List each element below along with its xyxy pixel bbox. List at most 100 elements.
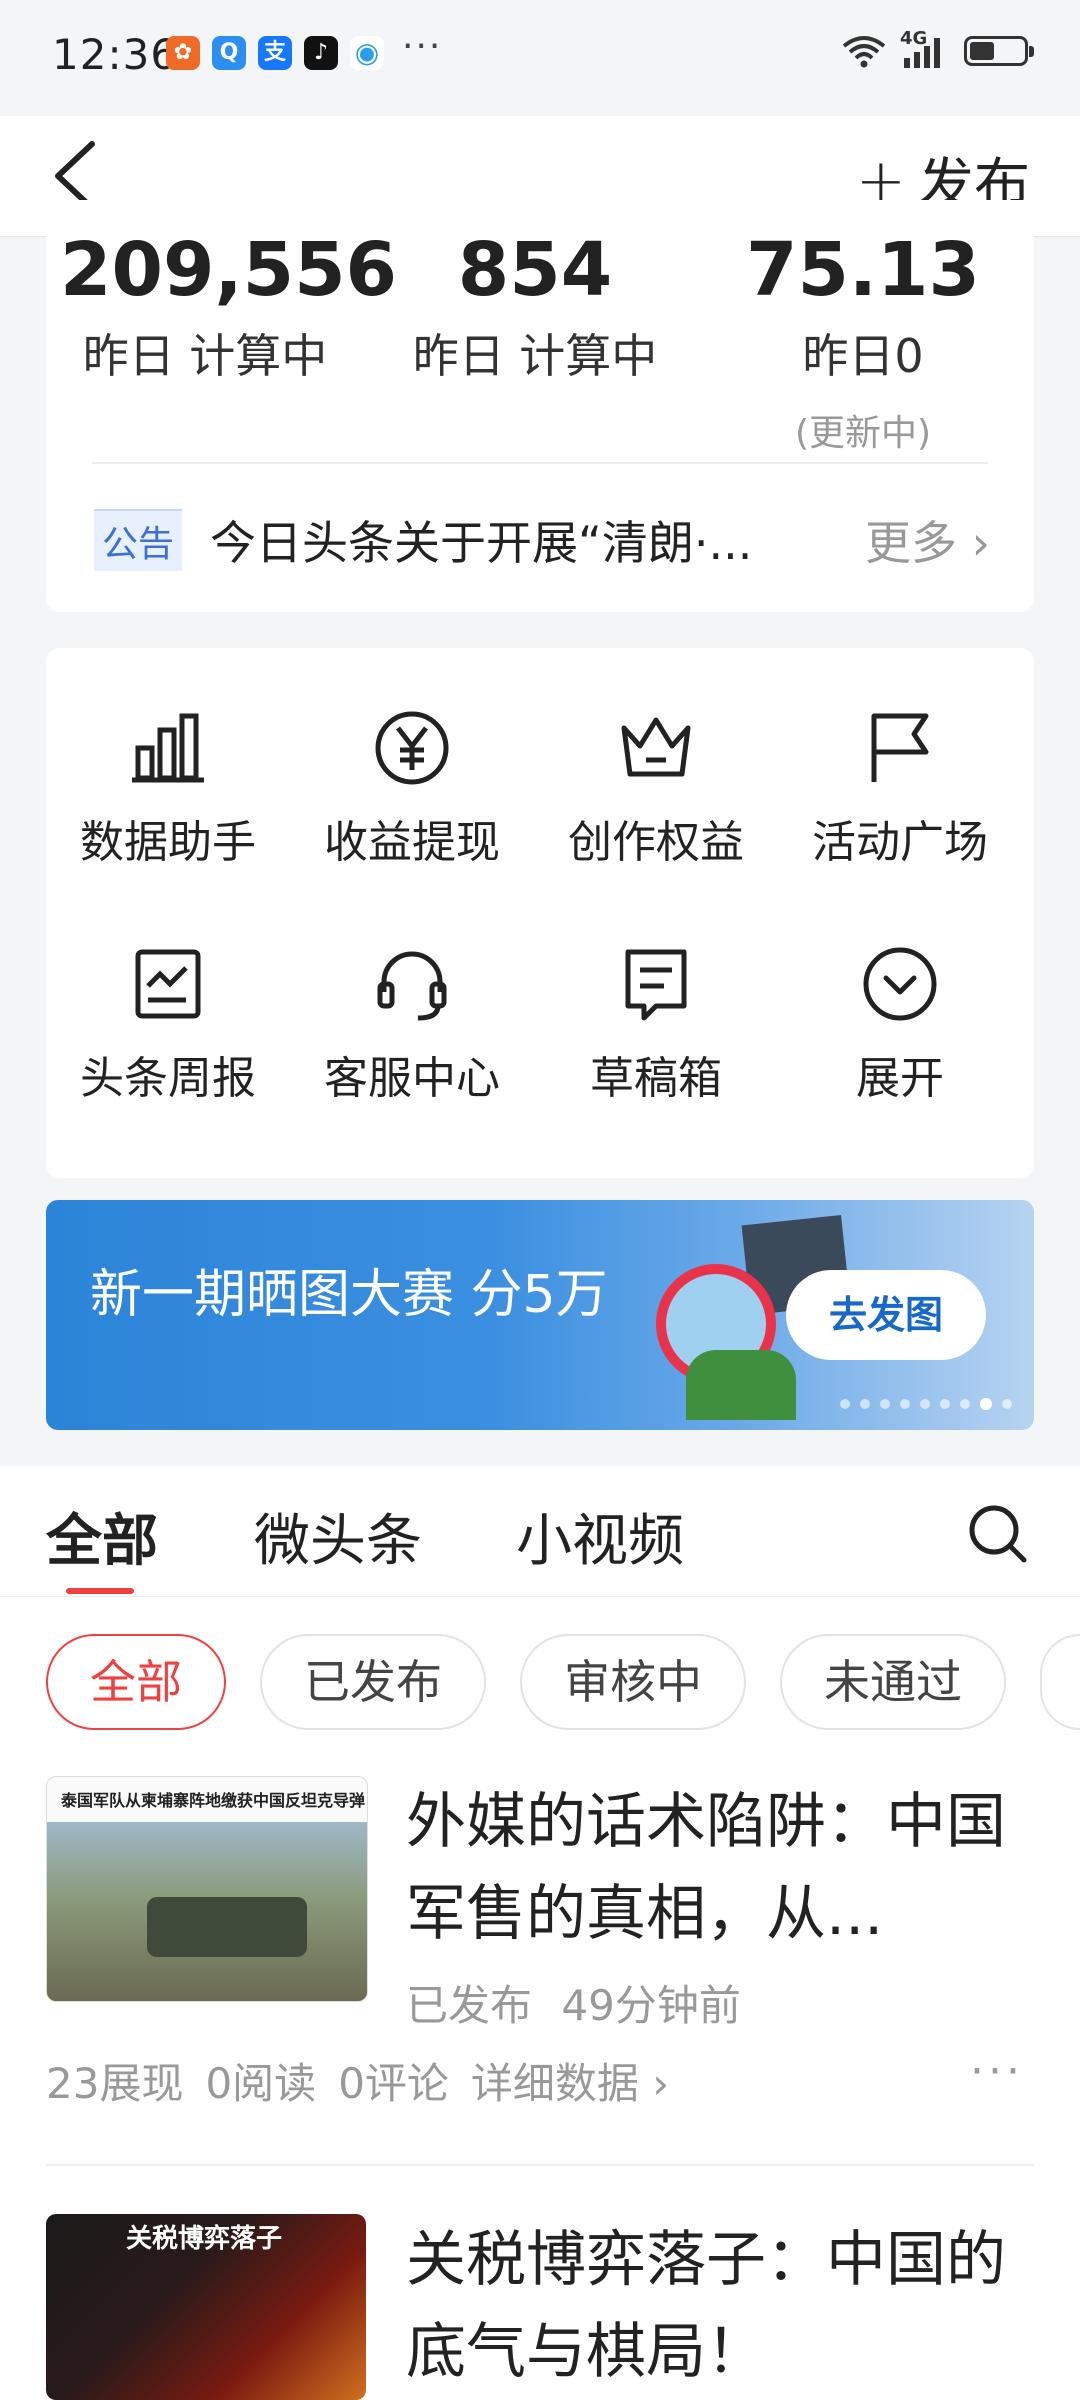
tool-label: 创作权益 <box>568 817 744 868</box>
status-bar: 12:36 ✿ Q 支 ♪ ◉ ··· 4G <box>0 0 1080 116</box>
article-meta: 已发布 49分钟前 <box>406 1972 741 2033</box>
crown-icon <box>621 717 691 777</box>
expand-icon <box>863 947 937 1021</box>
tool-customer-service[interactable]: 客服中心 <box>292 944 532 1106</box>
alipay-app-icon: 支 <box>258 36 292 70</box>
notice-more-label: 更多 <box>864 516 957 570</box>
filter-chip-rejected[interactable]: 未通过 <box>780 1634 1006 1730</box>
banner-cta-button[interactable]: 去发图 <box>786 1270 986 1360</box>
draft-icon <box>625 949 687 1021</box>
article-more-options-icon[interactable]: ··· <box>970 2046 1024 2097</box>
filter-chip-published[interactable]: 已发布 <box>260 1634 486 1730</box>
status-filter-chips: 全部 已发布 审核中 未通过 <box>46 1634 1080 1730</box>
clock: 12:36 <box>52 30 179 79</box>
tab-short-videos[interactable]: 小视频 <box>516 1496 684 1577</box>
divider <box>46 2164 1034 2166</box>
tool-drafts[interactable]: 草稿箱 <box>536 944 776 1106</box>
filter-chip-overflow[interactable] <box>1040 1634 1080 1730</box>
article-stats: 23展现 0阅读 0评论 详细数据 › <box>46 2050 669 2111</box>
stat-value: 75.13 <box>745 227 981 313</box>
article-comments: 0评论 <box>338 2059 449 2108</box>
tab-micro-posts[interactable]: 微头条 <box>254 1496 422 1577</box>
stat-reads[interactable]: 854 昨日 计算中 <box>390 230 680 386</box>
search-icon[interactable] <box>966 1502 1030 1566</box>
filter-chip-all[interactable]: 全部 <box>46 1634 226 1730</box>
stat-update-note: (更新中) <box>794 413 932 454</box>
carousel-dot <box>960 1399 970 1409</box>
content-list: 全部 微头条 小视频 全部 已发布 审核中 未通过 泰国军队从柬埔寨阵地缴获中国… <box>0 1466 1080 2400</box>
chevron-right-icon: › <box>971 516 990 570</box>
filter-chip-reviewing[interactable]: 审核中 <box>520 1634 746 1730</box>
promo-banner[interactable]: 新一期晒图大赛 分5万 去发图 <box>46 1200 1034 1430</box>
stat-sub: 昨日0 <box>802 329 924 383</box>
article-title: 关税博弈落子：中国的底气与棋局！ <box>406 2225 1006 2387</box>
notice-bar[interactable]: 公告 今日头条关于开展“清朗·... 更多 › <box>94 507 990 573</box>
thumbnail-vehicle <box>147 1897 307 1957</box>
article-reads: 0阅读 <box>205 2059 317 2108</box>
stat-sub: 昨日 计算中 <box>412 329 658 383</box>
divider <box>92 462 988 464</box>
article-impressions: 23展现 <box>46 2059 184 2108</box>
tool-label: 草稿箱 <box>590 1053 722 1104</box>
system-indicators: 4G <box>842 28 1034 68</box>
carousel-dot <box>940 1399 950 1409</box>
tool-label: 头条周报 <box>80 1053 256 1104</box>
article-status: 已发布 <box>406 1981 533 2030</box>
banner-decoration <box>686 1350 796 1420</box>
notification-icons: ✿ Q 支 ♪ ◉ <box>166 36 384 70</box>
carousel-dot <box>840 1399 850 1409</box>
article-item[interactable]: 关税博弈落子 关税博弈落子：中国的底气与棋局！ <box>46 2214 1034 2400</box>
chevron-right-icon: › <box>652 2059 670 2108</box>
details-label: 详细数据 <box>470 2059 639 2108</box>
carousel-dot <box>900 1399 910 1409</box>
carousel-dot <box>1002 1399 1012 1409</box>
tool-data-assistant[interactable]: 数据助手 <box>48 708 288 870</box>
tool-label: 活动广场 <box>812 817 988 868</box>
stats-card: 209,556 昨日 计算中 854 昨日 计算中 75.13 昨日0 (更新中… <box>46 200 1034 612</box>
notice-text: 今日头条关于开展“清朗·... <box>210 516 753 570</box>
thumbnail-caption: 泰国军队从柬埔寨阵地缴获中国反坦克导弹 <box>61 1791 366 1810</box>
headset-icon <box>377 951 447 1021</box>
weekly-report-icon <box>135 949 201 1019</box>
carousel-dot <box>920 1399 930 1409</box>
stat-value: 854 <box>457 227 613 313</box>
douyin-app-icon: ♪ <box>304 36 338 70</box>
thumbnail-caption: 关税博弈落子 <box>126 2224 283 2254</box>
yuan-icon <box>375 711 449 785</box>
browser-app-icon: ◉ <box>350 36 384 70</box>
article-thumbnail: 泰国军队从柬埔寨阵地缴获中国反坦克导弹 <box>46 1776 368 2002</box>
notice-more-link[interactable]: 更多 › <box>865 507 990 573</box>
cellular-signal-icon: 4G <box>900 28 950 68</box>
carousel-dot <box>860 1399 870 1409</box>
tools-grid: 数据助手 收益提现 创作权益 活动广场 头条周报 客服中心 草稿箱 展开 <box>46 648 1034 1178</box>
tool-creator-benefits[interactable]: 创作权益 <box>536 708 776 870</box>
tab-all[interactable]: 全部 <box>46 1496 158 1577</box>
tool-label: 展开 <box>856 1053 944 1104</box>
flag-icon <box>871 713 929 782</box>
carousel-dots <box>840 1398 1012 1410</box>
tool-label: 收益提现 <box>324 817 500 868</box>
tool-earnings-withdraw[interactable]: 收益提现 <box>292 708 532 870</box>
carousel-dot <box>980 1398 992 1410</box>
search-app-icon: Q <box>212 36 246 70</box>
article-thumbnail: 关税博弈落子 <box>46 2214 366 2400</box>
article-details-link[interactable]: 详细数据 › <box>471 2050 669 2111</box>
article-item[interactable]: 泰国军队从柬埔寨阵地缴获中国反坦克导弹 外媒的话术陷阱：中国军售的真相，从...… <box>46 1776 1034 2108</box>
tool-activity-plaza[interactable]: 活动广场 <box>780 708 1020 870</box>
stat-earnings[interactable]: 75.13 昨日0 (更新中) <box>718 230 1008 456</box>
banner-title: 新一期晒图大赛 分5万 <box>90 1265 608 1325</box>
tool-expand[interactable]: 展开 <box>780 944 1020 1106</box>
tool-weekly-report[interactable]: 头条周报 <box>48 944 288 1106</box>
battery-icon <box>964 36 1034 66</box>
wifi-icon <box>842 36 886 68</box>
content-tabs: 全部 微头条 小视频 <box>0 1466 1080 1597</box>
carousel-dot <box>880 1399 890 1409</box>
taobao-app-icon: ✿ <box>166 36 200 70</box>
notice-tag: 公告 <box>94 509 183 571</box>
tool-label: 数据助手 <box>80 817 256 868</box>
more-notifications-icon: ··· <box>402 26 443 67</box>
bar-chart-icon <box>132 713 204 783</box>
stat-value: 209,556 <box>60 227 398 313</box>
stat-followers[interactable]: 209,556 昨日 计算中 <box>60 227 398 386</box>
article-time: 49分钟前 <box>561 1981 741 2030</box>
